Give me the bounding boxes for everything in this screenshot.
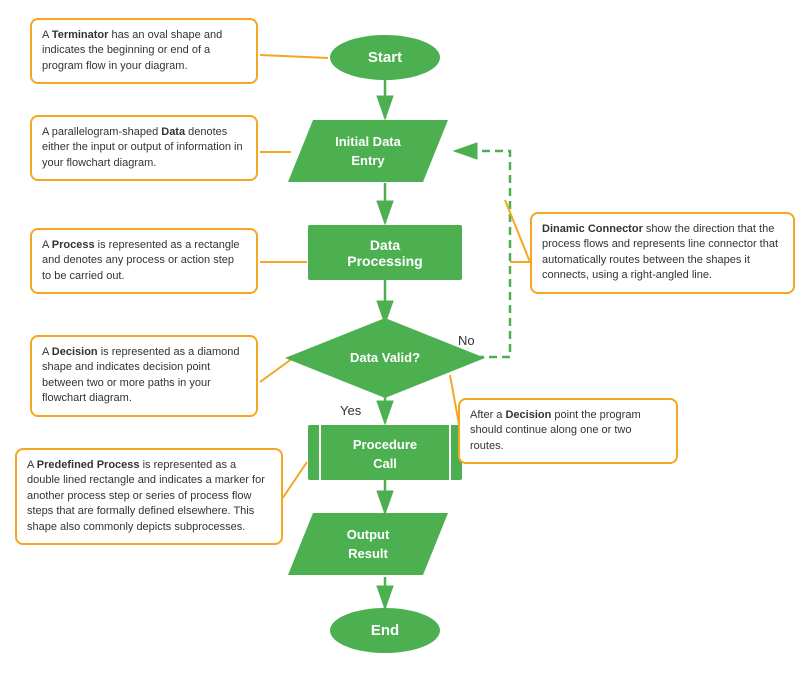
decision-text: A Decision is represented as a diamond s…: [42, 346, 240, 404]
svg-text:Output: Output: [347, 527, 390, 542]
decision-route-text: After a Decision point the program shoul…: [470, 409, 641, 452]
terminator-annotation: A Terminator has an oval shape and indic…: [30, 18, 258, 84]
decision-annotation: A Decision is represented as a diamond s…: [30, 335, 258, 417]
data-processing-label: DataProcessing: [347, 237, 422, 269]
data-text: A parallelogram-shaped Data denotes eith…: [42, 126, 243, 169]
svg-text:Entry: Entry: [351, 153, 385, 168]
process-annotation: A Process is represented as a rectangle …: [30, 228, 258, 294]
decision-shape: Data Valid?: [285, 318, 485, 398]
initial-data-svg: Initial Data Entry: [288, 120, 448, 182]
diagram-container: No Yes Start Initial Data Entry: [0, 0, 809, 680]
dynamic-connector-annotation: Dinamic Connector show the direction tha…: [530, 212, 795, 294]
svg-text:Procedure: Procedure: [353, 437, 417, 452]
decision-svg: Data Valid?: [285, 318, 485, 398]
output-svg: Output Result: [288, 513, 448, 575]
process-text: A Process is represented as a rectangle …: [42, 239, 240, 282]
svg-text:Result: Result: [348, 546, 388, 561]
end-shape: End: [330, 608, 440, 653]
initial-data-shape: Initial Data Entry: [288, 120, 448, 182]
data-processing-shape: DataProcessing: [308, 225, 462, 280]
decision-route-annotation: After a Decision point the program shoul…: [458, 398, 678, 464]
start-shape: Start: [330, 35, 440, 80]
data-annotation: A parallelogram-shaped Data denotes eith…: [30, 115, 258, 181]
svg-text:Initial Data: Initial Data: [335, 134, 402, 149]
terminator-text: A Terminator has an oval shape and indic…: [42, 29, 222, 72]
dynamic-connector-text: Dinamic Connector show the direction tha…: [542, 223, 778, 281]
procedure-svg: Procedure Call: [308, 425, 462, 480]
output-result-shape: Output Result: [288, 513, 448, 575]
svg-text:Data Valid?: Data Valid?: [350, 350, 420, 365]
svg-text:Yes: Yes: [340, 403, 362, 418]
svg-text:Call: Call: [373, 456, 397, 471]
start-label: Start: [368, 49, 402, 66]
end-label: End: [371, 622, 399, 639]
predefined-text: A Predefined Process is represented as a…: [27, 459, 265, 533]
procedure-call-shape: Procedure Call: [308, 425, 462, 480]
predefined-annotation: A Predefined Process is represented as a…: [15, 448, 283, 545]
